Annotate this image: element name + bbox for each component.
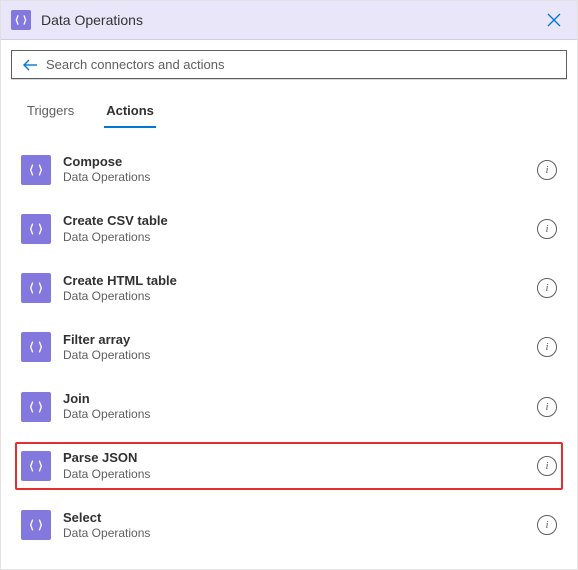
braces-icon [21, 332, 51, 362]
braces-icon [21, 273, 51, 303]
action-text: Create HTML table Data Operations [63, 273, 525, 304]
action-name: Select [63, 510, 525, 526]
action-name: Filter array [63, 332, 525, 348]
braces-icon [21, 155, 51, 185]
action-text: Compose Data Operations [63, 154, 525, 185]
close-button[interactable] [541, 7, 567, 33]
action-name: Create CSV table [63, 213, 525, 229]
braces-icon [21, 451, 51, 481]
info-button[interactable]: i [537, 515, 557, 535]
action-text: Parse JSON Data Operations [63, 450, 525, 481]
action-text: Select Data Operations [63, 510, 525, 541]
back-button[interactable] [22, 58, 38, 72]
action-subtitle: Data Operations [63, 467, 525, 482]
info-button[interactable]: i [537, 278, 557, 298]
info-button[interactable]: i [537, 337, 557, 357]
action-filter-array[interactable]: Filter array Data Operations i [15, 324, 563, 371]
action-text: Join Data Operations [63, 391, 525, 422]
tab-triggers[interactable]: Triggers [25, 97, 76, 128]
close-icon [547, 13, 561, 27]
action-subtitle: Data Operations [63, 230, 525, 245]
search-box[interactable] [11, 50, 567, 79]
braces-icon [21, 510, 51, 540]
action-create-html-table[interactable]: Create HTML table Data Operations i [15, 265, 563, 312]
panel-header: Data Operations [1, 1, 577, 40]
action-name: Parse JSON [63, 450, 525, 466]
actions-list: Compose Data Operations i Create CSV tab… [1, 128, 577, 569]
braces-icon [21, 392, 51, 422]
search-input[interactable] [46, 57, 556, 72]
info-button[interactable]: i [537, 160, 557, 180]
arrow-left-icon [22, 58, 38, 72]
action-select[interactable]: Select Data Operations i [15, 502, 563, 549]
action-text: Filter array Data Operations [63, 332, 525, 363]
action-name: Compose [63, 154, 525, 170]
action-name: Join [63, 391, 525, 407]
action-join[interactable]: Join Data Operations i [15, 383, 563, 430]
action-subtitle: Data Operations [63, 407, 525, 422]
search-section [1, 40, 577, 89]
tab-actions[interactable]: Actions [104, 97, 156, 128]
action-subtitle: Data Operations [63, 526, 525, 541]
panel-title: Data Operations [41, 12, 541, 28]
info-button[interactable]: i [537, 456, 557, 476]
action-subtitle: Data Operations [63, 348, 525, 363]
info-button[interactable]: i [537, 397, 557, 417]
action-subtitle: Data Operations [63, 289, 525, 304]
action-subtitle: Data Operations [63, 170, 525, 185]
info-button[interactable]: i [537, 219, 557, 239]
braces-icon [21, 214, 51, 244]
tab-bar: Triggers Actions [1, 89, 577, 128]
connector-icon [11, 10, 31, 30]
action-name: Create HTML table [63, 273, 525, 289]
action-parse-json[interactable]: Parse JSON Data Operations i [15, 442, 563, 489]
action-create-csv-table[interactable]: Create CSV table Data Operations i [15, 205, 563, 252]
action-compose[interactable]: Compose Data Operations i [15, 146, 563, 193]
action-text: Create CSV table Data Operations [63, 213, 525, 244]
data-operations-panel: Data Operations Triggers Actions Compose… [0, 0, 578, 570]
